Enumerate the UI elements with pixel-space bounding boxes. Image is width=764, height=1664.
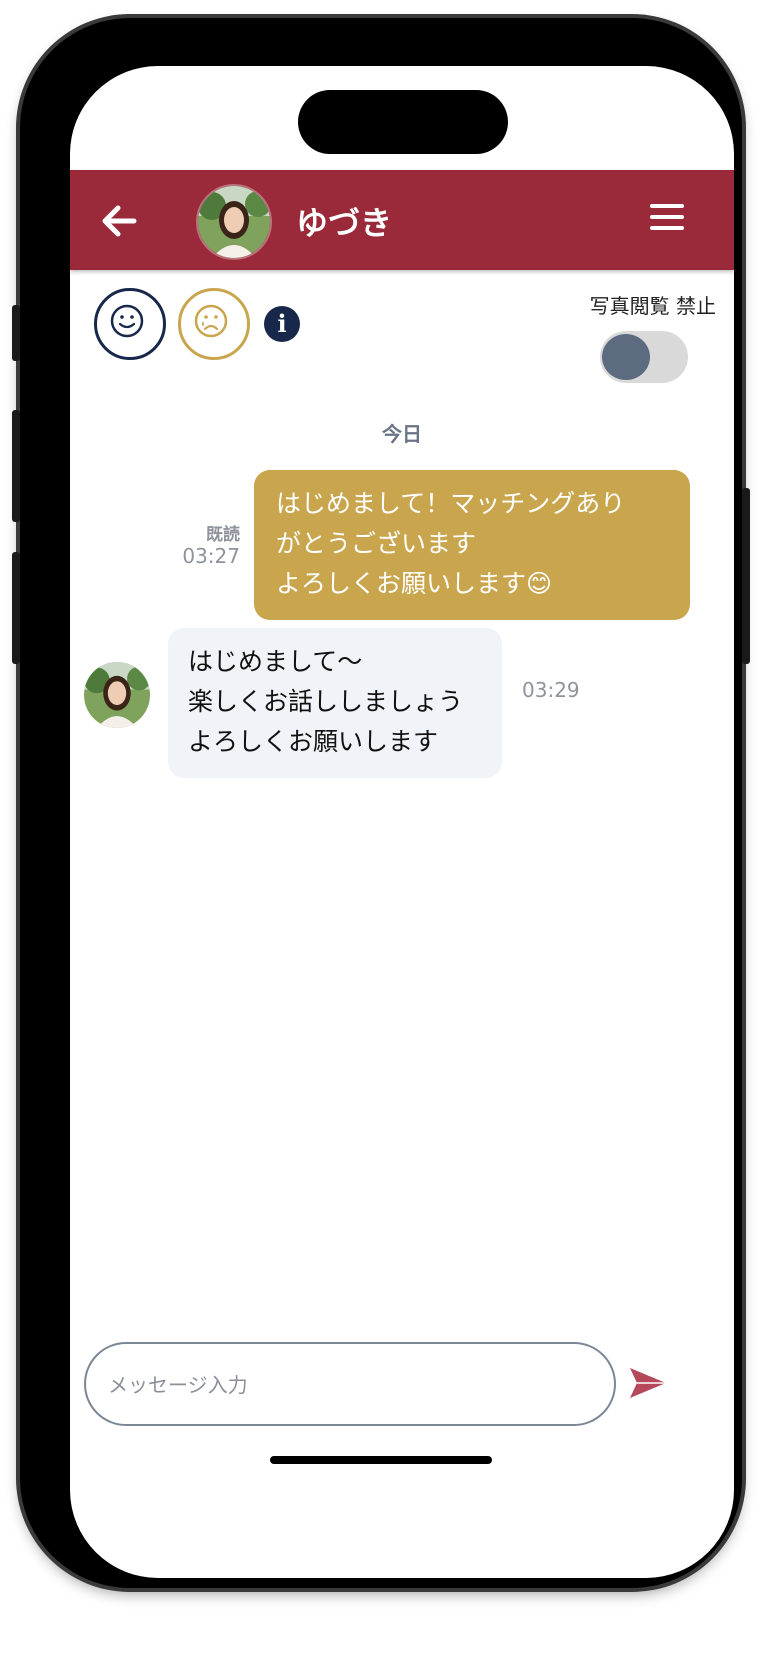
toggle-knob — [602, 334, 650, 380]
dynamic-island — [298, 90, 508, 154]
send-icon[interactable] — [628, 1366, 668, 1400]
photo-view-toggle[interactable] — [600, 331, 688, 383]
message-input-container — [84, 1342, 616, 1426]
photo-view-label: 写真閲覧 禁止 — [589, 294, 716, 318]
message-time: 03:27 — [182, 544, 240, 568]
incoming-message-bubble[interactable]: はじめまして〜 楽しくお話ししましょう よろしくお願いします — [168, 628, 502, 778]
sad-face-icon — [194, 304, 228, 338]
outgoing-message-bubble[interactable]: はじめまして！マッチングあり がとうございます よろしくお願いします😊 — [254, 470, 690, 620]
contact-name: ゆづき — [296, 204, 393, 242]
contact-avatar[interactable] — [196, 184, 272, 260]
silent-switch — [12, 305, 20, 361]
message-line: 楽しくお話ししましょう — [188, 687, 464, 716]
volume-down-button — [12, 552, 20, 664]
app-screen: ゆづき i 写真閲覧 禁止 今日 既読 03:27 はじめまして！マッチングあり… — [70, 66, 734, 1578]
message-line: よろしくお願いします — [188, 727, 439, 756]
chat-header: ゆづき — [70, 170, 734, 270]
volume-up-button — [12, 410, 20, 522]
message-line: がとうございます — [276, 529, 477, 558]
message-line: はじめまして〜 — [188, 647, 363, 676]
arrow-left-icon[interactable] — [96, 198, 142, 244]
info-icon[interactable]: i — [264, 306, 300, 342]
sad-face-button[interactable] — [178, 288, 250, 360]
smile-face-button[interactable] — [94, 288, 166, 360]
date-separator: 今日 — [382, 422, 422, 446]
hamburger-menu-icon[interactable] — [650, 204, 684, 234]
home-indicator — [270, 1456, 492, 1464]
message-input[interactable] — [106, 1366, 590, 1404]
phone-frame: ゆづき i 写真閲覧 禁止 今日 既読 03:27 はじめまして！マッチングあり… — [20, 18, 742, 1588]
smile-face-icon — [110, 304, 144, 338]
power-button — [742, 488, 750, 664]
message-time: 03:29 — [522, 678, 580, 702]
message-line: よろしくお願いします😊 — [276, 569, 553, 598]
message-line: はじめまして！マッチングあり — [276, 489, 626, 518]
sender-avatar[interactable] — [84, 662, 150, 728]
read-status: 既読 — [206, 525, 240, 545]
